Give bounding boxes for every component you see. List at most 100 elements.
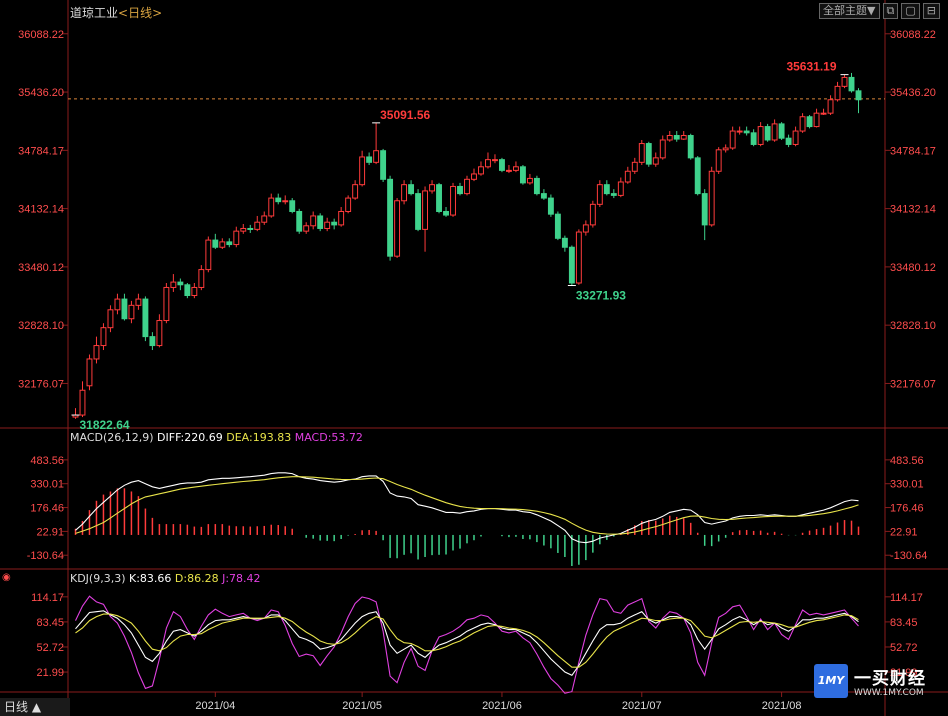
candle-body bbox=[289, 200, 296, 212]
kdj-tick-label-left: 114.17 bbox=[31, 592, 64, 604]
candle-body bbox=[254, 221, 261, 230]
macd-dea-value: DEA:193.83 bbox=[226, 431, 292, 444]
candle-body bbox=[813, 112, 820, 128]
candle-body bbox=[659, 139, 666, 159]
candle-body bbox=[352, 184, 359, 199]
candle-body bbox=[345, 197, 352, 212]
candle-body bbox=[827, 99, 834, 114]
kdj-d-value: D:86.28 bbox=[174, 572, 219, 585]
price-tick-label-right: 32176.07 bbox=[890, 378, 936, 390]
candle-body bbox=[589, 203, 596, 226]
candle-body bbox=[554, 213, 561, 239]
candle-body bbox=[212, 239, 219, 248]
price-tick-label-right: 34784.17 bbox=[890, 145, 936, 157]
kdj-legend: KDJ(9,3,3) K:83.66 D:86.28 J:78.42 bbox=[70, 572, 261, 585]
candle-body bbox=[100, 327, 107, 347]
x-tick-label: 2021/05 bbox=[342, 700, 382, 712]
candle-body bbox=[645, 143, 652, 165]
candle-body bbox=[240, 227, 247, 232]
candle-body bbox=[177, 281, 184, 286]
kdj-tick-label-right: 52.72 bbox=[890, 642, 918, 654]
candle-body bbox=[464, 178, 470, 195]
candle-body bbox=[631, 161, 638, 172]
candle-body bbox=[743, 130, 750, 134]
macd-tick-label-left: 176.46 bbox=[30, 503, 64, 515]
candle-body bbox=[387, 178, 394, 257]
macd-tick-label-right: -130.64 bbox=[890, 550, 927, 562]
price-tick-label-right: 34132.14 bbox=[890, 204, 936, 216]
price-tick-label-left: 34784.17 bbox=[18, 145, 64, 157]
candle-body bbox=[471, 173, 477, 180]
candle-body bbox=[247, 227, 254, 230]
candle-body bbox=[673, 135, 680, 140]
x-tick-label: 2021/06 bbox=[482, 700, 522, 712]
candle-body bbox=[848, 76, 855, 92]
macd-macd-value: MACD:53.72 bbox=[294, 431, 363, 444]
price-annotation: 35091.56 bbox=[380, 108, 430, 122]
candle-body bbox=[603, 184, 610, 195]
candle-body bbox=[778, 123, 785, 139]
price-tick-label-left: 34132.14 bbox=[18, 204, 64, 216]
price-annotation: 35631.19 bbox=[786, 60, 836, 74]
candle-body bbox=[268, 197, 275, 217]
watermark-logo: 1MY 一买财经 WWW.1MY.COM bbox=[814, 664, 944, 706]
candle-body bbox=[610, 193, 617, 196]
x-tick-label: 2021/07 bbox=[622, 700, 662, 712]
candle-body bbox=[226, 241, 233, 246]
candle-body bbox=[317, 215, 324, 229]
kdj-d-line bbox=[75, 613, 859, 668]
candle-body bbox=[184, 284, 191, 297]
candle-body bbox=[163, 286, 170, 322]
candle-body bbox=[233, 230, 240, 246]
candle-body bbox=[582, 224, 589, 233]
candle-body bbox=[198, 269, 205, 288]
candle-body bbox=[638, 143, 645, 163]
kdj-j-value: J:78.42 bbox=[222, 572, 261, 585]
candle-body bbox=[450, 185, 456, 216]
candle-body bbox=[617, 181, 624, 196]
candle-body bbox=[331, 221, 338, 226]
chart-canvas: 36088.22 36088.22 35436.20 35436.20 34784.17… bbox=[0, 0, 948, 716]
candle-body bbox=[338, 210, 345, 226]
candle-body bbox=[191, 286, 198, 297]
price-tick-label-left: 32828.10 bbox=[18, 320, 64, 332]
candle-body bbox=[492, 159, 498, 162]
price-annotation: 33271.93 bbox=[576, 289, 626, 303]
candle-body bbox=[128, 304, 135, 320]
indicator-settings-icon[interactable]: ◉ bbox=[2, 572, 11, 583]
kdj-tick-label-left: 52.72 bbox=[36, 642, 64, 654]
candle-body bbox=[114, 298, 121, 311]
macd-tick-label-right: 176.46 bbox=[890, 503, 924, 515]
candle-body bbox=[750, 132, 757, 145]
candle-body bbox=[666, 135, 673, 141]
macd-tick-label-right: 483.56 bbox=[890, 455, 924, 467]
index-name: 道琼工业 bbox=[70, 6, 119, 20]
restore-icon[interactable]: ⧉ bbox=[882, 3, 899, 19]
x-tick-label: 2021/08 bbox=[762, 700, 802, 712]
kdj-params: KDJ(9,3,3) bbox=[70, 572, 126, 585]
macd-dea-line bbox=[75, 476, 859, 535]
candle-body bbox=[415, 193, 422, 230]
period-label[interactable]: <日线> bbox=[118, 6, 162, 20]
candle-body bbox=[86, 358, 93, 387]
chart-window-icon[interactable]: ▢ bbox=[901, 3, 920, 19]
page-title: 道琼工业<日线> bbox=[70, 4, 162, 21]
candle-body bbox=[757, 126, 764, 145]
kdj-k-value: K:83.66 bbox=[129, 572, 172, 585]
candle-body bbox=[820, 112, 827, 115]
candle-body bbox=[729, 130, 736, 149]
candle-body bbox=[841, 76, 848, 87]
candle-body bbox=[457, 185, 463, 195]
candle-body bbox=[436, 184, 442, 212]
candle-body bbox=[526, 177, 533, 184]
candle-body bbox=[310, 215, 317, 227]
price-tick-label-left: 32176.07 bbox=[18, 378, 64, 390]
candle-body bbox=[296, 210, 303, 232]
expand-icon[interactable]: ⊟ bbox=[922, 3, 940, 19]
candle-body bbox=[568, 246, 575, 284]
candle-body bbox=[687, 135, 694, 159]
theme-selector-button[interactable]: 全部主题▼ bbox=[819, 3, 880, 19]
candle-body bbox=[135, 298, 142, 306]
period-tab-daily[interactable]: 日线 ▲ bbox=[0, 698, 70, 716]
macd-legend: MACD(26,12,9) DIFF:220.69 DEA:193.83 MAC… bbox=[70, 431, 363, 444]
